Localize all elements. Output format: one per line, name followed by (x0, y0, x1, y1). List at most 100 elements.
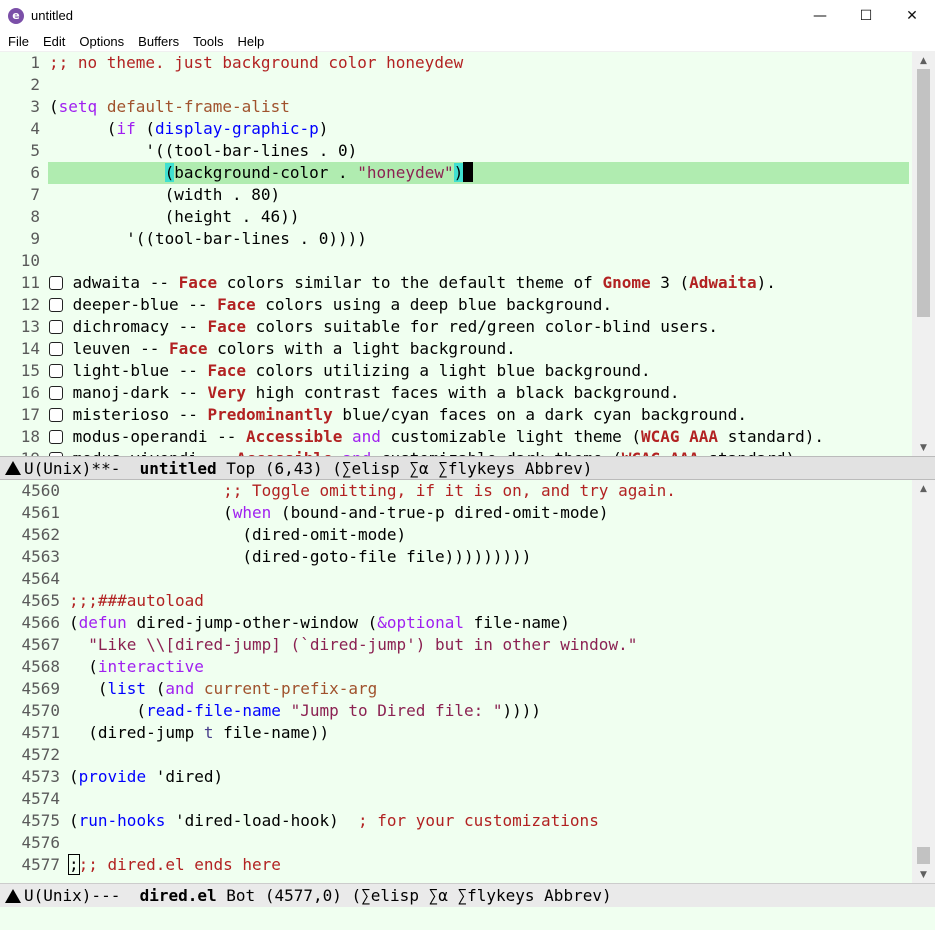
code-line[interactable]: 4569 (list (and current-prefix-arg (0, 678, 912, 700)
maximize-button[interactable]: ☐ (843, 0, 889, 31)
theme-checkbox[interactable] (49, 408, 63, 422)
top-buffer-text[interactable]: 1 ;; no theme. just background color hone… (0, 52, 912, 456)
theme-checkbox[interactable] (49, 320, 63, 334)
code-line[interactable]: 11 adwaita -- Face colors similar to the… (0, 272, 912, 294)
token-bold: Face (168, 339, 208, 358)
code-line[interactable]: 4573 (provide 'dired) (0, 766, 912, 788)
token: (bound-and-true-p dired-omit-mode) (271, 503, 609, 522)
line-number: 11 (20, 273, 40, 292)
token: leuven -- (63, 339, 169, 358)
code-line[interactable]: 14 leuven -- Face colors with a light ba… (0, 338, 912, 360)
code-line[interactable]: 4575 (run-hooks 'dired-load-hook) ; for y… (0, 810, 912, 832)
bottom-mode-line: U(Unix)--- dired.el Bot (4577,0) (∑elisp… (0, 883, 935, 907)
line-code: '((tool-bar-lines . 0)))) (49, 228, 367, 250)
token: ( (69, 657, 98, 676)
code-line[interactable]: 4562 (dired-omit-mode) (0, 524, 912, 546)
code-line[interactable]: 4567 "Like \\[dired-jump] (`dired-jump')… (0, 634, 912, 656)
line-number: 8 (30, 207, 40, 226)
theme-checkbox[interactable] (49, 276, 63, 290)
code-line[interactable]: 6 (background-color . "honeydew") (0, 162, 912, 184)
line-number: 4564 (21, 569, 60, 588)
line-number: 4573 (21, 767, 60, 786)
scroll-thumb[interactable] (917, 69, 930, 317)
code-line[interactable]: 16 manoj-dark -- Very high contrast face… (0, 382, 912, 404)
scroll-up-arrow-icon[interactable]: ▲ (912, 480, 935, 497)
theme-checkbox[interactable] (49, 342, 63, 356)
code-line[interactable]: 2 (0, 74, 912, 96)
code-line[interactable]: 5 '((tool-bar-lines . 0) (0, 140, 912, 162)
token: ( (49, 97, 59, 116)
top-editor-window[interactable]: 1 ;; no theme. just background color hone… (0, 52, 935, 456)
code-line[interactable]: 10 (0, 250, 912, 272)
token: colors similar to the default theme of (217, 273, 603, 292)
code-line[interactable]: 3 (setq default-frame-alist (0, 96, 912, 118)
line-number: 4566 (21, 613, 60, 632)
token-kw: and (165, 679, 195, 698)
line-code: (defun dired-jump-other-window (&optiona… (69, 612, 570, 634)
line-code: misterioso -- Predominantly blue/cyan fa… (49, 404, 747, 426)
code-line[interactable]: 7 (width . 80) (0, 184, 912, 206)
mode-line-buffer-name[interactable]: untitled (140, 459, 217, 478)
code-line[interactable]: 4561 (when (bound-and-true-p dired-omit-… (0, 502, 912, 524)
scroll-down-arrow-icon[interactable]: ▼ (912, 439, 935, 456)
theme-checkbox[interactable] (49, 386, 63, 400)
bottom-editor-window[interactable]: 4560 ;; Toggle omitting, if it is on, an… (0, 480, 935, 883)
code-line[interactable]: 1 ;; no theme. just background color hone… (0, 52, 912, 74)
code-line[interactable]: 4568 (interactive (0, 656, 912, 678)
code-line[interactable]: 4576 (0, 832, 912, 854)
close-button[interactable]: ✕ (889, 0, 935, 31)
menu-buffers[interactable]: Buffers (131, 34, 186, 49)
code-line[interactable]: 15 light-blue -- Face colors utilizing a… (0, 360, 912, 382)
code-line[interactable]: 18 modus-operandi -- Accessible and cust… (0, 426, 912, 448)
menu-help[interactable]: Help (230, 34, 271, 49)
code-line[interactable]: 12 deeper-blue -- Face colors using a de… (0, 294, 912, 316)
bottom-scrollbar[interactable]: ▲ ▼ (912, 480, 935, 883)
line-number: 6 (30, 163, 40, 182)
bottom-buffer-text[interactable]: 4560 ;; Toggle omitting, if it is on, an… (0, 480, 912, 876)
menu-tools[interactable]: Tools (186, 34, 230, 49)
line-code: (provide 'dired) (69, 766, 223, 788)
code-line[interactable]: 4560 ;; Toggle omitting, if it is on, an… (0, 480, 912, 502)
minimize-button[interactable]: — (797, 0, 843, 31)
theme-checkbox[interactable] (49, 298, 63, 312)
token: deeper-blue -- (63, 295, 218, 314)
code-line[interactable]: 4564 (0, 568, 912, 590)
menu-options[interactable]: Options (72, 34, 131, 49)
code-line[interactable]: 4570 (read-file-name "Jump to Dired file… (0, 700, 912, 722)
code-line[interactable]: 4565 ;;;###autoload (0, 590, 912, 612)
code-line[interactable]: 19 modus-vivendi -- Accessible and custo… (0, 448, 912, 456)
token: '((tool-bar-lines . 0)))) (49, 229, 367, 248)
token: ). (756, 273, 776, 292)
scroll-up-arrow-icon[interactable]: ▲ (912, 52, 935, 69)
code-line[interactable]: 4 (if (display-graphic-p) (0, 118, 912, 140)
code-line[interactable]: 4563 (dired-goto-file file))))))))) (0, 546, 912, 568)
line-number: 4563 (21, 547, 60, 566)
code-line[interactable]: 4577;;; dired.el ends here (0, 854, 912, 876)
token: file-name) (463, 613, 570, 632)
line-code: (list (and current-prefix-arg (69, 678, 377, 700)
code-line[interactable]: 4566 (defun dired-jump-other-window (&opt… (0, 612, 912, 634)
top-scrollbar[interactable]: ▲ ▼ (912, 52, 935, 456)
scroll-down-arrow-icon[interactable]: ▼ (912, 866, 935, 883)
menu-edit[interactable]: Edit (36, 34, 72, 49)
minibuffer[interactable] (0, 907, 935, 930)
code-line[interactable]: 8 (height . 46)) (0, 206, 912, 228)
menu-file[interactable]: File (0, 34, 36, 49)
code-line[interactable]: 4572 (0, 744, 912, 766)
theme-checkbox[interactable] (49, 430, 63, 444)
code-line[interactable]: 4571 (dired-jump t file-name)) (0, 722, 912, 744)
mode-line-buffer-name[interactable]: dired.el (140, 886, 217, 905)
token-bold: WCAG AAA (641, 427, 719, 446)
code-line[interactable]: 17 misterioso -- Predominantly blue/cyan… (0, 404, 912, 426)
theme-checkbox[interactable] (49, 364, 63, 378)
scroll-thumb[interactable] (917, 847, 930, 864)
code-line[interactable]: 9 '((tool-bar-lines . 0)))) (0, 228, 912, 250)
line-code: (dired-omit-mode) (69, 524, 406, 546)
mode-line-info: Top (6,43) (∑elisp ∑α ∑flykeys Abbrev) (216, 458, 593, 478)
code-line[interactable]: 4574 (0, 788, 912, 810)
code-line[interactable]: 13 dichromacy -- Face colors suitable fo… (0, 316, 912, 338)
line-code: '((tool-bar-lines . 0) (49, 140, 357, 162)
line-number: 7 (30, 185, 40, 204)
